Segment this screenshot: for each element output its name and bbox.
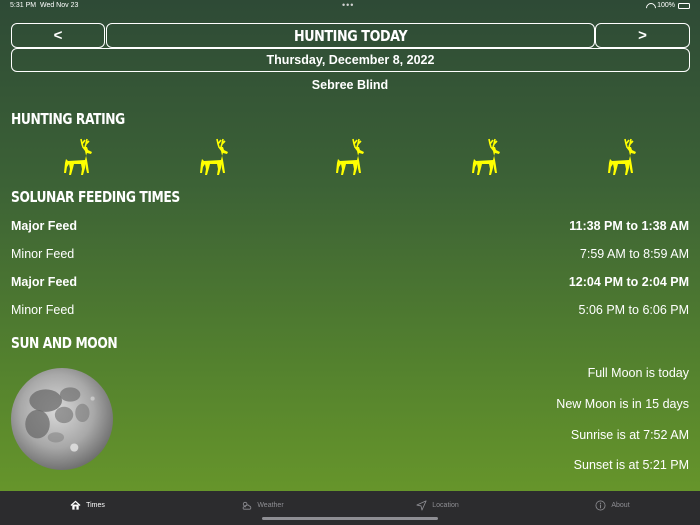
feed-time: 12:04 PM to 2:04 PM (568, 275, 689, 289)
feed-label: Minor Feed (11, 247, 75, 261)
deer-icon (200, 138, 228, 175)
tab-label: Weather (257, 501, 284, 509)
tab-times[interactable]: Times (0, 491, 175, 519)
battery-percent: 100% (657, 2, 675, 9)
deer-icon (64, 138, 92, 175)
sunrise-text: Sunrise is at 7:52 AM (570, 428, 689, 442)
status-time-date: 5:31 PM Wed Nov 23 (10, 2, 78, 9)
tab-label: About (611, 501, 630, 509)
info-icon (595, 500, 606, 510)
feed-label: Minor Feed (11, 303, 75, 317)
battery-icon (678, 2, 690, 9)
multitasking-dots[interactable]: ••• (342, 0, 354, 10)
selected-date[interactable]: Thursday, December 8, 2022 (11, 48, 690, 72)
feed-row: Minor Feed 5:06 PM to 6:06 PM (11, 300, 689, 320)
location-arrow-icon (416, 500, 427, 510)
home-indicator[interactable] (262, 517, 438, 520)
feed-time: 7:59 AM to 8:59 AM (579, 247, 689, 261)
status-date: Wed Nov 23 (39, 2, 79, 9)
page-title-text: HUNTING TODAY (293, 26, 408, 45)
tab-about[interactable]: About (525, 491, 700, 519)
feed-row: Minor Feed 7:59 AM to 8:59 AM (11, 244, 689, 264)
feed-label: Major Feed (11, 275, 77, 289)
tab-label: Location (432, 501, 459, 509)
full-moon-image (11, 368, 113, 470)
status-time: 5:31 PM (10, 2, 37, 9)
feed-time: 5:06 PM to 6:06 PM (578, 303, 689, 317)
next-day-button[interactable]: > (595, 23, 690, 48)
deer-icon (472, 138, 500, 175)
page-title: HUNTING TODAY (106, 23, 595, 48)
feed-row: Major Feed 12:04 PM to 2:04 PM (11, 272, 689, 292)
wifi-icon (646, 3, 654, 9)
location-name: Sebree Blind (311, 78, 389, 92)
status-right: 100% (646, 2, 690, 9)
feed-label: Major Feed (11, 219, 77, 233)
tab-weather[interactable]: Weather (175, 491, 350, 519)
new-moon-text: New Moon is in 15 days (556, 397, 689, 411)
solunar-heading: SOLUNAR FEEDING TIMES (11, 188, 180, 206)
deer-icon (608, 138, 636, 175)
feed-row: Major Feed 11:38 PM to 1:38 AM (11, 216, 689, 236)
status-bar: 5:31 PM Wed Nov 23 ••• 100% (0, 0, 700, 14)
tab-label: Times (86, 501, 105, 509)
previous-day-button[interactable]: < (11, 23, 105, 48)
moon-phase-text: Full Moon is today (587, 366, 689, 380)
deer-icon (336, 138, 364, 175)
hunting-rating-heading: HUNTING RATING (11, 110, 125, 128)
weather-icon (243, 501, 252, 510)
sun-moon-heading: SUN AND MOON (11, 334, 118, 352)
home-icon (70, 500, 81, 510)
sunset-text: Sunset is at 5:21 PM (573, 458, 689, 472)
feed-time: 11:38 PM to 1:38 AM (569, 219, 689, 233)
tab-location[interactable]: Location (350, 491, 525, 519)
